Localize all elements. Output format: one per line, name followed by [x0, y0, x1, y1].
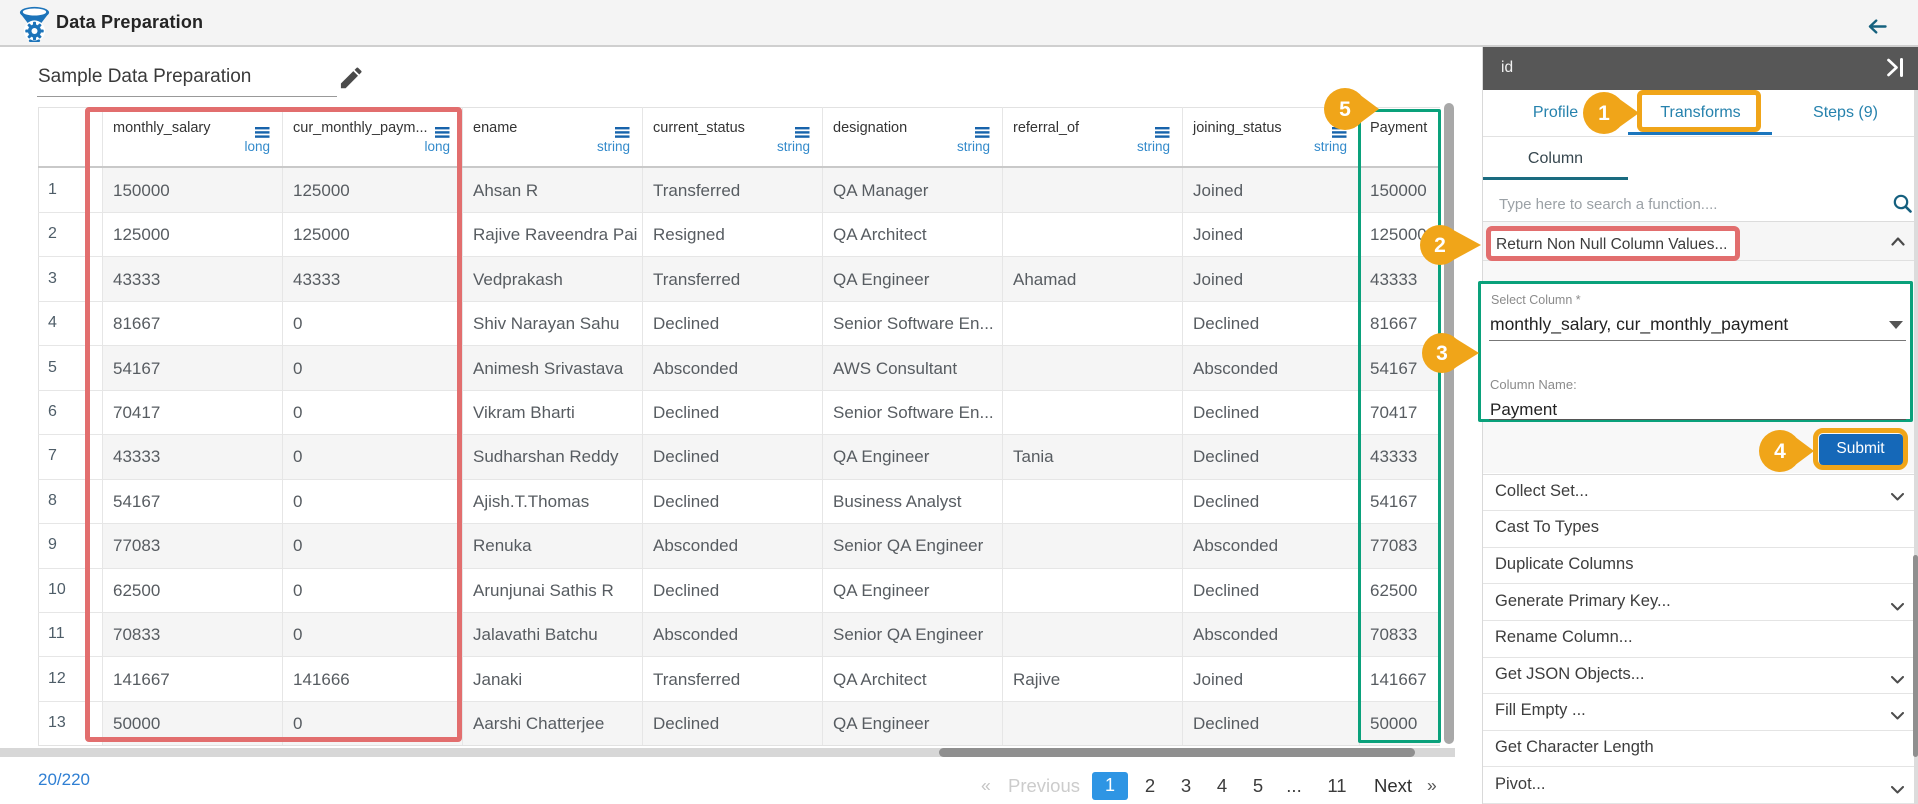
svg-text:3: 3 [1436, 342, 1448, 365]
svg-text:1: 1 [1598, 102, 1610, 125]
svg-text:4: 4 [1774, 440, 1786, 463]
svg-text:2: 2 [1434, 234, 1446, 257]
svg-text:5: 5 [1339, 98, 1351, 121]
